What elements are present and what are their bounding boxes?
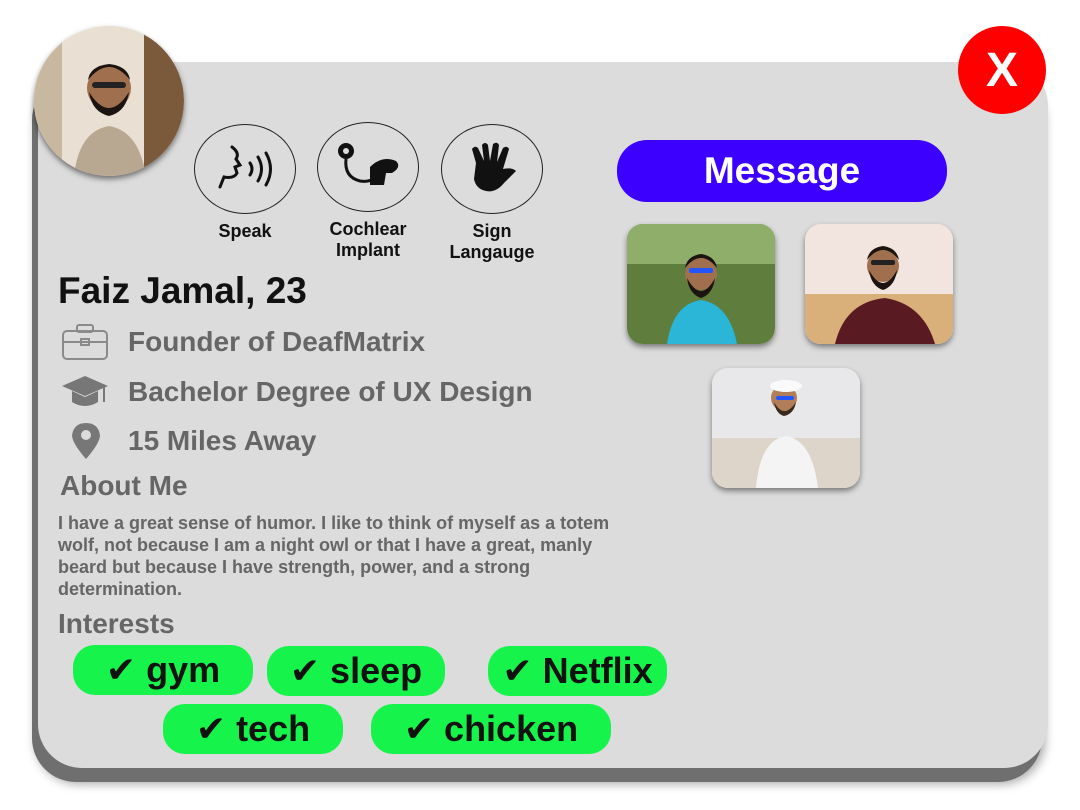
job-text: Founder of DeafMatrix bbox=[128, 326, 426, 357]
interests-title: Interests bbox=[58, 608, 175, 639]
speak-circle bbox=[194, 124, 296, 214]
ability-label: Sign Langauge bbox=[449, 221, 535, 262]
briefcase-icon bbox=[60, 322, 112, 362]
education-row: Bachelor Degree of UX Design bbox=[60, 372, 533, 412]
interest-chip-tech[interactable]: ✔ tech bbox=[163, 704, 343, 754]
graduation-cap-icon bbox=[60, 372, 112, 412]
interest-chip-netflix[interactable]: ✔ Netflix bbox=[488, 646, 667, 696]
ability-speak: Speak bbox=[189, 124, 301, 242]
cochlear-circle bbox=[317, 122, 419, 212]
interest-chip-chicken[interactable]: ✔ chicken bbox=[371, 704, 611, 754]
about-text: I have a great sense of humor. I like to… bbox=[58, 513, 610, 599]
speaking-head-icon bbox=[218, 145, 272, 189]
cochlear-implant-icon bbox=[338, 143, 399, 185]
ability-cochlear-implant: Cochlear Implant bbox=[312, 122, 424, 261]
profile-photo-3[interactable] bbox=[712, 368, 860, 488]
sign-language-hand-icon bbox=[472, 142, 516, 192]
profile-photo-2[interactable] bbox=[805, 224, 953, 344]
profile-name-age: Faiz Jamal, 23 bbox=[58, 270, 307, 311]
about-title: About Me bbox=[60, 470, 188, 501]
profile-avatar[interactable] bbox=[34, 26, 184, 176]
job-row: Founder of DeafMatrix bbox=[60, 322, 425, 362]
location-row: 15 Miles Away bbox=[60, 421, 316, 461]
education-text: Bachelor Degree of UX Design bbox=[128, 376, 533, 407]
interest-chip-sleep[interactable]: ✔ sleep bbox=[267, 646, 445, 696]
close-button[interactable]: X bbox=[958, 26, 1046, 114]
profile-photo-1[interactable] bbox=[627, 224, 775, 344]
interest-chip-gym[interactable]: ✔ gym bbox=[73, 645, 253, 695]
ability-label: Cochlear Implant bbox=[329, 219, 407, 260]
location-pin-icon bbox=[60, 421, 112, 461]
location-text: 15 Miles Away bbox=[128, 425, 317, 456]
sign-language-circle bbox=[441, 124, 543, 214]
ability-sign-language: Sign Langauge bbox=[436, 124, 548, 263]
message-button[interactable]: Message bbox=[617, 140, 947, 202]
ability-label: Speak bbox=[218, 221, 272, 241]
